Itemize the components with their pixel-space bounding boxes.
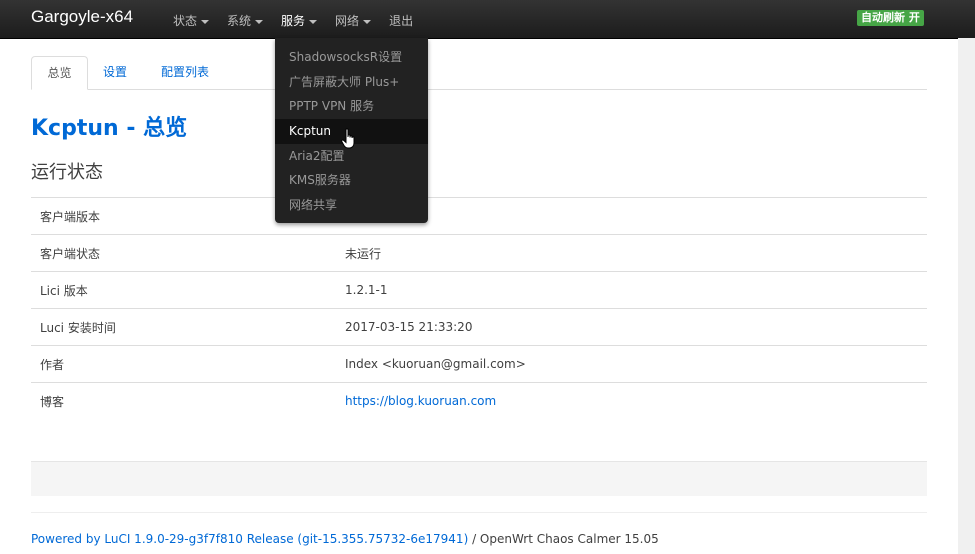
- table-row: 博客 https://blog.kuoruan.com: [31, 382, 927, 419]
- menu-network[interactable]: 网络: [335, 12, 372, 29]
- menu-logout-label: 退出: [389, 14, 414, 28]
- status-table: 客户端版本 客户端状态 未运行 Lici 版本 1.2.1-1 Luci 安装时…: [31, 197, 927, 419]
- table-row: 作者 Index <kuoruan@gmail.com>: [31, 345, 927, 383]
- caret-down-icon: [309, 19, 318, 24]
- menu-item-adblock-plus[interactable]: 广告屏蔽大师 Plus+: [275, 70, 428, 95]
- table-row: 客户端版本: [31, 197, 927, 235]
- row-value: Index <kuoruan@gmail.com>: [336, 345, 927, 383]
- brand-logo[interactable]: Gargoyle-x64: [31, 7, 133, 27]
- menu-status[interactable]: 状态: [173, 12, 210, 29]
- table-row: Lici 版本 1.2.1-1: [31, 271, 927, 309]
- main-menu: 状态 系统 服务 网络 退出: [173, 12, 431, 29]
- vertical-scrollbar[interactable]: [958, 38, 975, 554]
- menu-item-kms-server[interactable]: KMS服务器: [275, 168, 428, 193]
- row-key: Lici 版本: [31, 271, 336, 309]
- menu-status-label: 状态: [173, 14, 198, 28]
- page-title: Kcptun - 总览: [31, 116, 188, 141]
- caret-down-icon: [255, 19, 264, 24]
- form-actions-bar: [31, 461, 927, 496]
- caret-down-icon: [201, 19, 210, 24]
- menu-logout[interactable]: 退出: [389, 12, 413, 29]
- menu-services[interactable]: 服务: [281, 12, 318, 29]
- footer-suffix: / OpenWrt Chaos Calmer 15.05: [468, 532, 659, 546]
- menu-item-shadowsocksr[interactable]: ShadowsocksR设置: [275, 45, 428, 70]
- table-row: Luci 安装时间 2017-03-15 21:33:20: [31, 308, 927, 346]
- footer: Powered by LuCI 1.9.0-29-g3f7f810 Releas…: [31, 532, 659, 546]
- caret-down-icon: [363, 19, 372, 24]
- row-value: 2017-03-15 21:33:20: [336, 308, 927, 346]
- menu-item-pptp-vpn[interactable]: PPTP VPN 服务: [275, 94, 428, 119]
- menu-system-label: 系统: [227, 14, 252, 28]
- menu-network-label: 网络: [335, 14, 360, 28]
- auto-refresh-toggle[interactable]: 自动刷新 开: [857, 10, 924, 26]
- top-navbar: Gargoyle-x64 状态 系统 服务 网络 退出 自动刷新 开: [0, 0, 975, 39]
- footer-divider: [31, 512, 927, 513]
- row-value: https://blog.kuoruan.com: [336, 382, 927, 419]
- hand-pointer-cursor-icon: [341, 128, 355, 149]
- tab-settings[interactable]: 设置: [103, 56, 127, 88]
- menu-system[interactable]: 系统: [227, 12, 264, 29]
- page-tabs: 总览 设置 配置列表: [31, 56, 927, 90]
- row-value: 未运行: [336, 234, 927, 272]
- table-row: 客户端状态 未运行: [31, 234, 927, 272]
- tab-overview[interactable]: 总览: [31, 56, 88, 90]
- menu-services-label: 服务: [281, 14, 306, 28]
- blog-link[interactable]: https://blog.kuoruan.com: [345, 394, 496, 408]
- row-key: 作者: [31, 345, 336, 383]
- tab-config-list[interactable]: 配置列表: [161, 56, 209, 88]
- section-title: 运行状态: [31, 162, 103, 183]
- luci-version-link[interactable]: Powered by LuCI 1.9.0-29-g3f7f810 Releas…: [31, 532, 468, 546]
- menu-item-network-share[interactable]: 网络共享: [275, 193, 428, 218]
- row-key: 博客: [31, 382, 336, 419]
- row-key: Luci 安装时间: [31, 308, 336, 346]
- row-key: 客户端状态: [31, 234, 336, 272]
- row-value: 1.2.1-1: [336, 271, 927, 309]
